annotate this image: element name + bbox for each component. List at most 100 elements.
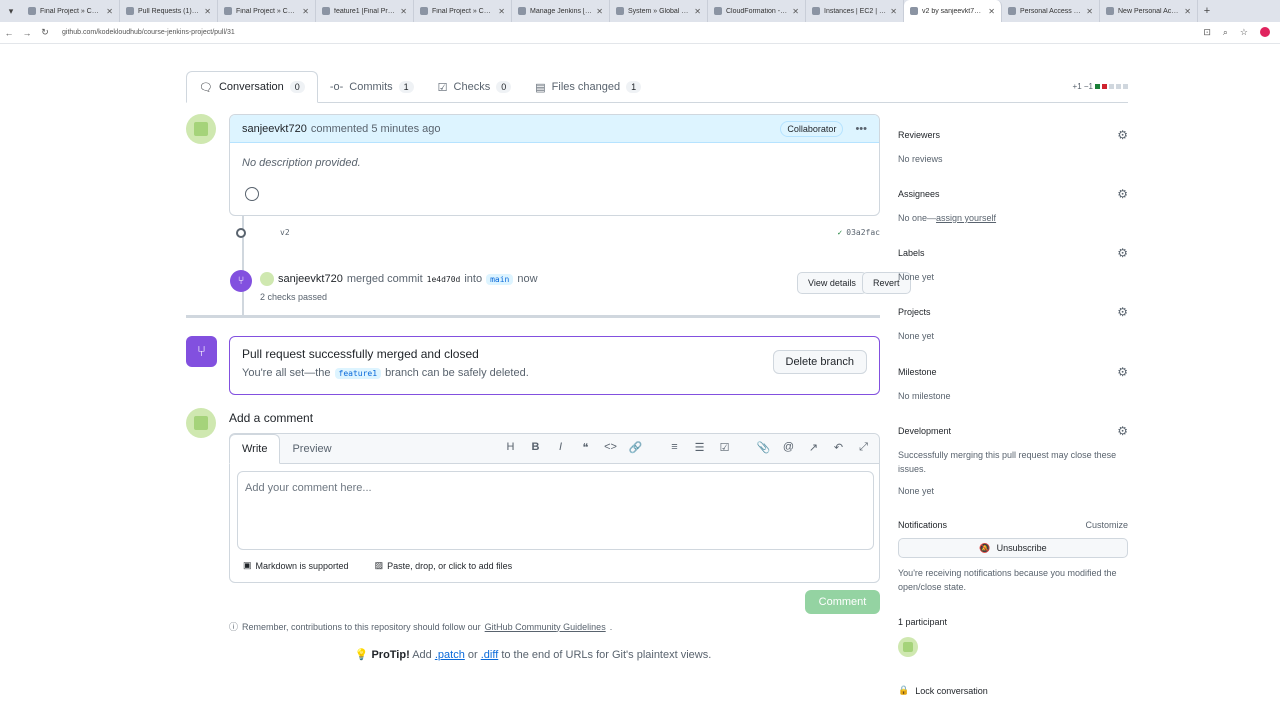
fullscreen-icon[interactable]: ⤢ <box>856 441 871 454</box>
assign-yourself-link[interactable]: assign yourself <box>936 213 996 223</box>
gear-icon[interactable]: ⚙ <box>1117 305 1128 319</box>
delete-branch-button[interactable]: Delete branch <box>772 350 867 374</box>
check-icon[interactable]: ✓ <box>837 228 842 237</box>
merge-author[interactable]: sanjeevkt720 <box>278 273 343 285</box>
close-tab-icon[interactable]: ✕ <box>890 7 897 16</box>
install-icon[interactable]: ⊡ <box>1203 27 1211 38</box>
italic-icon[interactable]: I <box>553 441 568 454</box>
bold-icon[interactable]: B <box>528 441 543 454</box>
gear-icon[interactable]: ⚙ <box>1117 424 1128 438</box>
gear-icon[interactable]: ⚙ <box>1117 187 1128 201</box>
participant-avatar[interactable] <box>898 637 918 657</box>
smiley-icon[interactable] <box>245 187 259 201</box>
browser-tab[interactable]: Manage Jenkins [Jenkin...✕ <box>512 0 610 22</box>
browser-tab[interactable]: feature1 [Final Project...✕ <box>316 0 414 22</box>
browser-tab-active[interactable]: v2 by sanjeevkt720 · P...✕ <box>904 0 1002 22</box>
avatar[interactable] <box>186 408 216 438</box>
close-tab-icon[interactable]: ✕ <box>988 7 995 16</box>
browser-tab[interactable]: Final Project » Code-C...✕ <box>218 0 316 22</box>
tab-files-changed[interactable]: ▤ Files changed 1 <box>523 71 653 103</box>
close-tab-icon[interactable]: ✕ <box>596 7 603 16</box>
gear-icon[interactable]: ⚙ <box>1117 128 1128 142</box>
tab-commits[interactable]: -o- Commits 1 <box>318 71 426 103</box>
gear-icon[interactable]: ⚙ <box>1117 246 1128 260</box>
commit-sha[interactable]: 03a2fac <box>846 228 880 237</box>
avatar[interactable] <box>186 114 216 144</box>
identicon-icon <box>194 416 208 430</box>
new-tab-icon[interactable]: + <box>1198 5 1216 17</box>
code-icon[interactable]: <> <box>603 441 618 454</box>
comment-author[interactable]: sanjeevkt720 <box>242 123 307 135</box>
task-list-icon[interactable]: ☑ <box>717 441 732 454</box>
timeline-divider <box>186 315 880 318</box>
browser-tab[interactable]: System » Global creden...✕ <box>610 0 708 22</box>
bookmark-star-icon[interactable]: ☆ <box>1240 27 1248 38</box>
paperclip-icon[interactable]: 📎 <box>756 441 771 454</box>
close-tab-icon[interactable]: ✕ <box>400 7 407 16</box>
forward-icon[interactable]: → <box>18 28 36 38</box>
sidebar-assignees: Assignees ⚙ No one—assign yourself <box>898 187 1128 223</box>
close-tab-icon[interactable]: ✕ <box>106 7 113 16</box>
browser-tab[interactable]: Instances | EC2 | us-ea...✕ <box>806 0 904 22</box>
comment-submit-button[interactable]: Comment <box>805 590 880 614</box>
reply-icon[interactable]: ↶ <box>831 441 846 454</box>
markdown-supported-link[interactable]: ▣ Markdown is supported <box>243 560 349 571</box>
checks-passed: 2 checks passed <box>260 292 328 302</box>
mention-icon[interactable]: @ <box>781 441 796 454</box>
close-tab-icon[interactable]: ✕ <box>498 7 505 16</box>
tab-count: 1 <box>626 81 642 93</box>
customize-link[interactable]: Customize <box>1085 520 1128 530</box>
view-details-button[interactable]: View details <box>797 272 867 294</box>
diffstat-neutral-block <box>1123 84 1128 89</box>
diff-link[interactable]: .diff <box>481 649 499 661</box>
patch-link[interactable]: .patch <box>435 649 465 661</box>
close-tab-icon[interactable]: ✕ <box>1184 7 1191 16</box>
head-branch[interactable]: feature1 <box>334 367 382 379</box>
zoom-icon[interactable]: ⌕ <box>1223 27 1228 38</box>
gear-icon[interactable]: ⚙ <box>1117 365 1128 379</box>
protip: 💡 ProTip! Add .patch or .diff to the end… <box>354 649 712 661</box>
diffstat-neutral-block <box>1109 84 1114 89</box>
kebab-menu-icon[interactable]: ••• <box>855 123 867 135</box>
community-guidelines-link[interactable]: GitHub Community Guidelines <box>485 622 606 632</box>
close-tab-icon[interactable]: ✕ <box>694 7 701 16</box>
browser-tab[interactable]: Final Project » Code-C...✕ <box>22 0 120 22</box>
close-tab-icon[interactable]: ✕ <box>792 7 799 16</box>
back-icon[interactable]: ← <box>0 28 18 38</box>
commit-message[interactable]: v2 <box>280 228 290 237</box>
url-field[interactable]: github.com/kodekloudhub/course-jenkins-p… <box>62 29 1203 36</box>
quote-icon[interactable]: ❝ <box>578 441 593 454</box>
cross-reference-icon[interactable]: ↗ <box>806 441 821 454</box>
lock-conversation-button[interactable]: 🔒 Lock conversation <box>898 685 1128 696</box>
identicon-icon <box>903 642 913 652</box>
tab-checks[interactable]: ☑ Checks 0 <box>426 71 524 103</box>
close-tab-icon[interactable]: ✕ <box>302 7 309 16</box>
unsubscribe-button[interactable]: 🔕 Unsubscribe <box>898 538 1128 558</box>
info-icon: ⓘ <box>229 622 239 632</box>
comment-time[interactable]: 5 minutes ago <box>371 123 440 135</box>
close-tab-icon[interactable]: ✕ <box>1086 7 1093 16</box>
tab-menu-icon[interactable]: ▾ <box>0 6 22 17</box>
browser-tab[interactable]: Personal Access Token...✕ <box>1002 0 1100 22</box>
file-diff-icon: ▤ <box>535 81 546 94</box>
merge-commit-sha[interactable]: 1e4d70d <box>427 275 461 284</box>
reload-icon[interactable]: ↻ <box>36 27 54 38</box>
tab-conversation[interactable]: 🗨 Conversation 0 <box>186 71 318 103</box>
browser-tab[interactable]: CloudFormation - Stac...✕ <box>708 0 806 22</box>
tab-write[interactable]: Write <box>229 434 281 464</box>
link-icon[interactable]: 🔗 <box>628 441 643 454</box>
browser-tab[interactable]: Pull Requests (1) [Final...✕ <box>120 0 218 22</box>
ordered-list-icon[interactable]: ≡ <box>667 441 682 454</box>
profile-avatar-icon[interactable] <box>1260 27 1270 37</box>
tab-preview[interactable]: Preview <box>280 435 343 463</box>
markdown-toolbar: H B I ❝ <> 🔗 ≡ ☰ ☑ 📎 @ ↗ ↶ ⤢ <box>503 441 871 454</box>
close-tab-icon[interactable]: ✕ <box>204 7 211 16</box>
comment-textarea[interactable]: Add your comment here... <box>237 471 874 550</box>
heading-icon[interactable]: H <box>503 441 518 454</box>
browser-tab[interactable]: New Personal Access T...✕ <box>1100 0 1198 22</box>
base-branch[interactable]: main <box>486 273 514 285</box>
unordered-list-icon[interactable]: ☰ <box>692 441 707 454</box>
attach-files-link[interactable]: ▨ Paste, drop, or click to add files <box>375 560 513 571</box>
browser-tab[interactable]: Final Project » Code-C...✕ <box>414 0 512 22</box>
avatar[interactable] <box>260 272 274 286</box>
